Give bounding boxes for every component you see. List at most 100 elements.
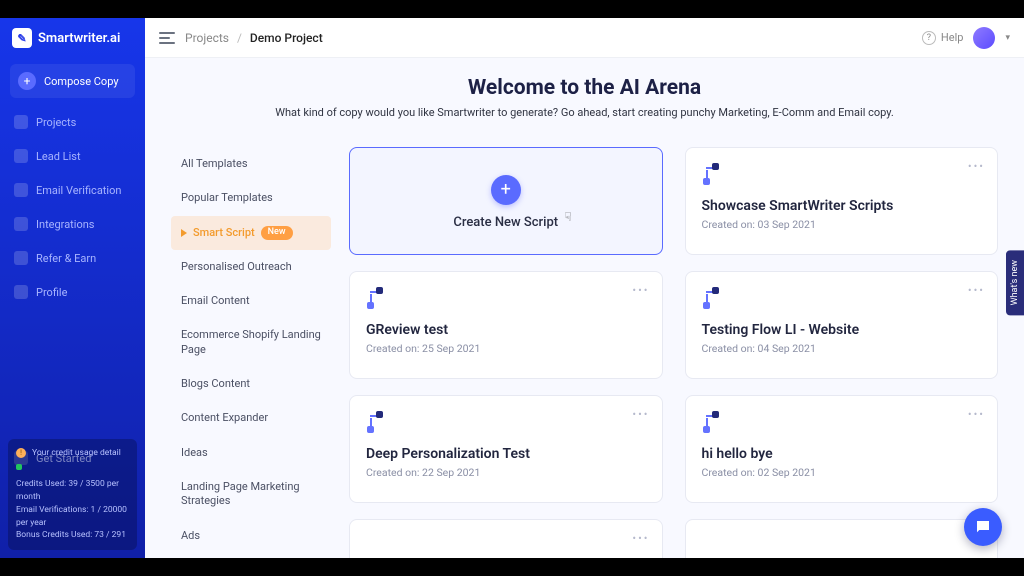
credit-title: Your credit usage detail xyxy=(32,447,121,460)
create-script-card[interactable]: + Create New Script ☟ xyxy=(349,147,663,255)
warning-icon: ! xyxy=(16,448,26,458)
sidebar-item-label: Lead List xyxy=(36,150,81,163)
template-item[interactable]: Landing Page Marketing Strategies xyxy=(171,470,331,519)
template-item[interactable]: Social Media Content xyxy=(171,553,331,558)
more-icon[interactable]: ••• xyxy=(968,408,985,421)
script-card[interactable]: ••• Testing Flow LI - Website Created on… xyxy=(685,271,999,379)
script-card[interactable]: ••• Showcase SmartWriter Scripts Created… xyxy=(685,147,999,255)
template-item[interactable]: Ecommerce Shopify Landing Page xyxy=(171,318,331,367)
status-dot-icon xyxy=(16,464,22,470)
whats-new-tab[interactable]: What's new xyxy=(1006,250,1024,315)
sidebar-item-leadlist[interactable]: Lead List xyxy=(6,140,139,172)
card-created: Created on: 04 Sep 2021 xyxy=(702,342,982,355)
sidebar-item-integrations[interactable]: Integrations xyxy=(6,208,139,240)
chat-fab[interactable] xyxy=(964,508,1002,546)
template-item[interactable]: Ads xyxy=(171,519,331,553)
template-label: Smart Script xyxy=(193,226,255,240)
script-icon xyxy=(702,164,722,184)
help-label: Help xyxy=(941,31,964,44)
brand-logo-icon: ✎ xyxy=(12,28,32,48)
emailverify-icon xyxy=(14,183,28,197)
sidebar: ✎ Smartwriter.ai + Compose Copy Projects… xyxy=(0,18,145,558)
script-card[interactable]: ••• xyxy=(685,519,999,558)
template-item[interactable]: Email Content xyxy=(171,284,331,318)
plus-circle-icon: + xyxy=(491,175,521,205)
credit-line: Bonus Credits Used: 73 / 291 xyxy=(16,529,129,542)
brand-name: Smartwriter.ai xyxy=(38,31,120,46)
script-card[interactable]: ••• GReview test Created on: 25 Sep 2021 xyxy=(349,271,663,379)
cursor-icon: ☟ xyxy=(564,210,571,224)
page-subtitle: What kind of copy would you like Smartwr… xyxy=(171,106,998,119)
script-icon xyxy=(702,412,722,432)
card-created: Created on: 02 Sep 2021 xyxy=(702,466,982,479)
sidebar-item-label: Projects xyxy=(36,116,76,129)
card-title: hi hello bye xyxy=(702,446,982,462)
help-icon: ? xyxy=(922,31,936,45)
more-icon[interactable]: ••• xyxy=(632,284,649,297)
refer-icon xyxy=(14,251,28,265)
brand: ✎ Smartwriter.ai xyxy=(0,18,145,60)
plus-icon: + xyxy=(18,72,36,90)
page-title: Welcome to the AI Arena xyxy=(171,76,998,100)
content: Welcome to the AI Arena What kind of cop… xyxy=(145,58,1024,558)
template-item[interactable]: Content Expander xyxy=(171,401,331,435)
breadcrumb-sep: / xyxy=(237,31,242,45)
topbar: Projects / Demo Project ? Help ▾ xyxy=(145,18,1024,58)
leadlist-icon xyxy=(14,149,28,163)
sidebar-item-label: Email Verification xyxy=(36,184,121,197)
breadcrumb-current: Demo Project xyxy=(250,31,323,45)
chat-icon xyxy=(974,518,992,536)
script-icon xyxy=(702,288,722,308)
template-list: All Templates Popular Templates Smart Sc… xyxy=(171,147,331,558)
sidebar-item-label: Profile xyxy=(36,286,67,299)
template-item-active[interactable]: Smart Script New xyxy=(171,216,331,250)
card-title: Showcase SmartWriter Scripts xyxy=(702,198,982,214)
card-title: Testing Flow LI - Website xyxy=(702,322,982,338)
more-icon[interactable]: ••• xyxy=(968,160,985,173)
credit-line: Credits Used: 39 / 3500 per month xyxy=(16,478,129,504)
compose-label: Compose Copy xyxy=(44,75,119,88)
play-icon xyxy=(181,229,187,237)
script-card[interactable]: ••• Deep Personalization Test Created on… xyxy=(349,395,663,503)
credit-usage-box: ! Your credit usage detail Credits Used:… xyxy=(8,439,137,550)
projects-icon xyxy=(14,115,28,129)
template-item[interactable]: Personalised Outreach xyxy=(171,250,331,284)
card-title: Deep Personalization Test xyxy=(366,446,646,462)
card-created: Created on: 03 Sep 2021 xyxy=(702,218,982,231)
sidebar-item-emailverification[interactable]: Email Verification xyxy=(6,174,139,206)
help-button[interactable]: ? Help xyxy=(922,31,964,45)
template-item[interactable]: Popular Templates xyxy=(171,181,331,215)
card-created: Created on: 22 Sep 2021 xyxy=(366,466,646,479)
sidebar-item-label: Refer & Earn xyxy=(36,252,96,265)
breadcrumb-root[interactable]: Projects xyxy=(185,31,229,45)
script-card[interactable]: ••• hi hello bye Created on: 02 Sep 2021 xyxy=(685,395,999,503)
more-icon[interactable]: ••• xyxy=(632,532,649,545)
cards-grid: + Create New Script ☟ ••• Showcase Smart… xyxy=(349,147,998,558)
menu-toggle-icon[interactable] xyxy=(159,32,175,44)
script-icon xyxy=(366,288,386,308)
chevron-down-icon[interactable]: ▾ xyxy=(1005,33,1010,43)
credit-line: Email Verifications: 1 / 20000 per year xyxy=(16,504,129,530)
integrations-icon xyxy=(14,217,28,231)
script-icon xyxy=(366,412,386,432)
card-created: Created on: 25 Sep 2021 xyxy=(366,342,646,355)
compose-copy-button[interactable]: + Compose Copy xyxy=(10,64,135,98)
sidebar-item-label: Integrations xyxy=(36,218,94,231)
sidebar-item-projects[interactable]: Projects xyxy=(6,106,139,138)
nav-list: Projects Lead List Email Verification In… xyxy=(0,106,145,308)
breadcrumb: Projects / Demo Project xyxy=(185,31,323,45)
script-card[interactable]: ••• xyxy=(349,519,663,558)
new-badge: New xyxy=(261,226,293,240)
card-title: GReview test xyxy=(366,322,646,338)
avatar[interactable] xyxy=(973,27,995,49)
more-icon[interactable]: ••• xyxy=(632,408,649,421)
profile-icon xyxy=(14,285,28,299)
create-label: Create New Script xyxy=(453,215,558,230)
template-item[interactable]: All Templates xyxy=(171,147,331,181)
template-item[interactable]: Ideas xyxy=(171,436,331,470)
sidebar-item-profile[interactable]: Profile xyxy=(6,276,139,308)
more-icon[interactable]: ••• xyxy=(968,284,985,297)
template-item[interactable]: Blogs Content xyxy=(171,367,331,401)
main: Projects / Demo Project ? Help ▾ Welcome… xyxy=(145,18,1024,558)
sidebar-item-refer[interactable]: Refer & Earn xyxy=(6,242,139,274)
